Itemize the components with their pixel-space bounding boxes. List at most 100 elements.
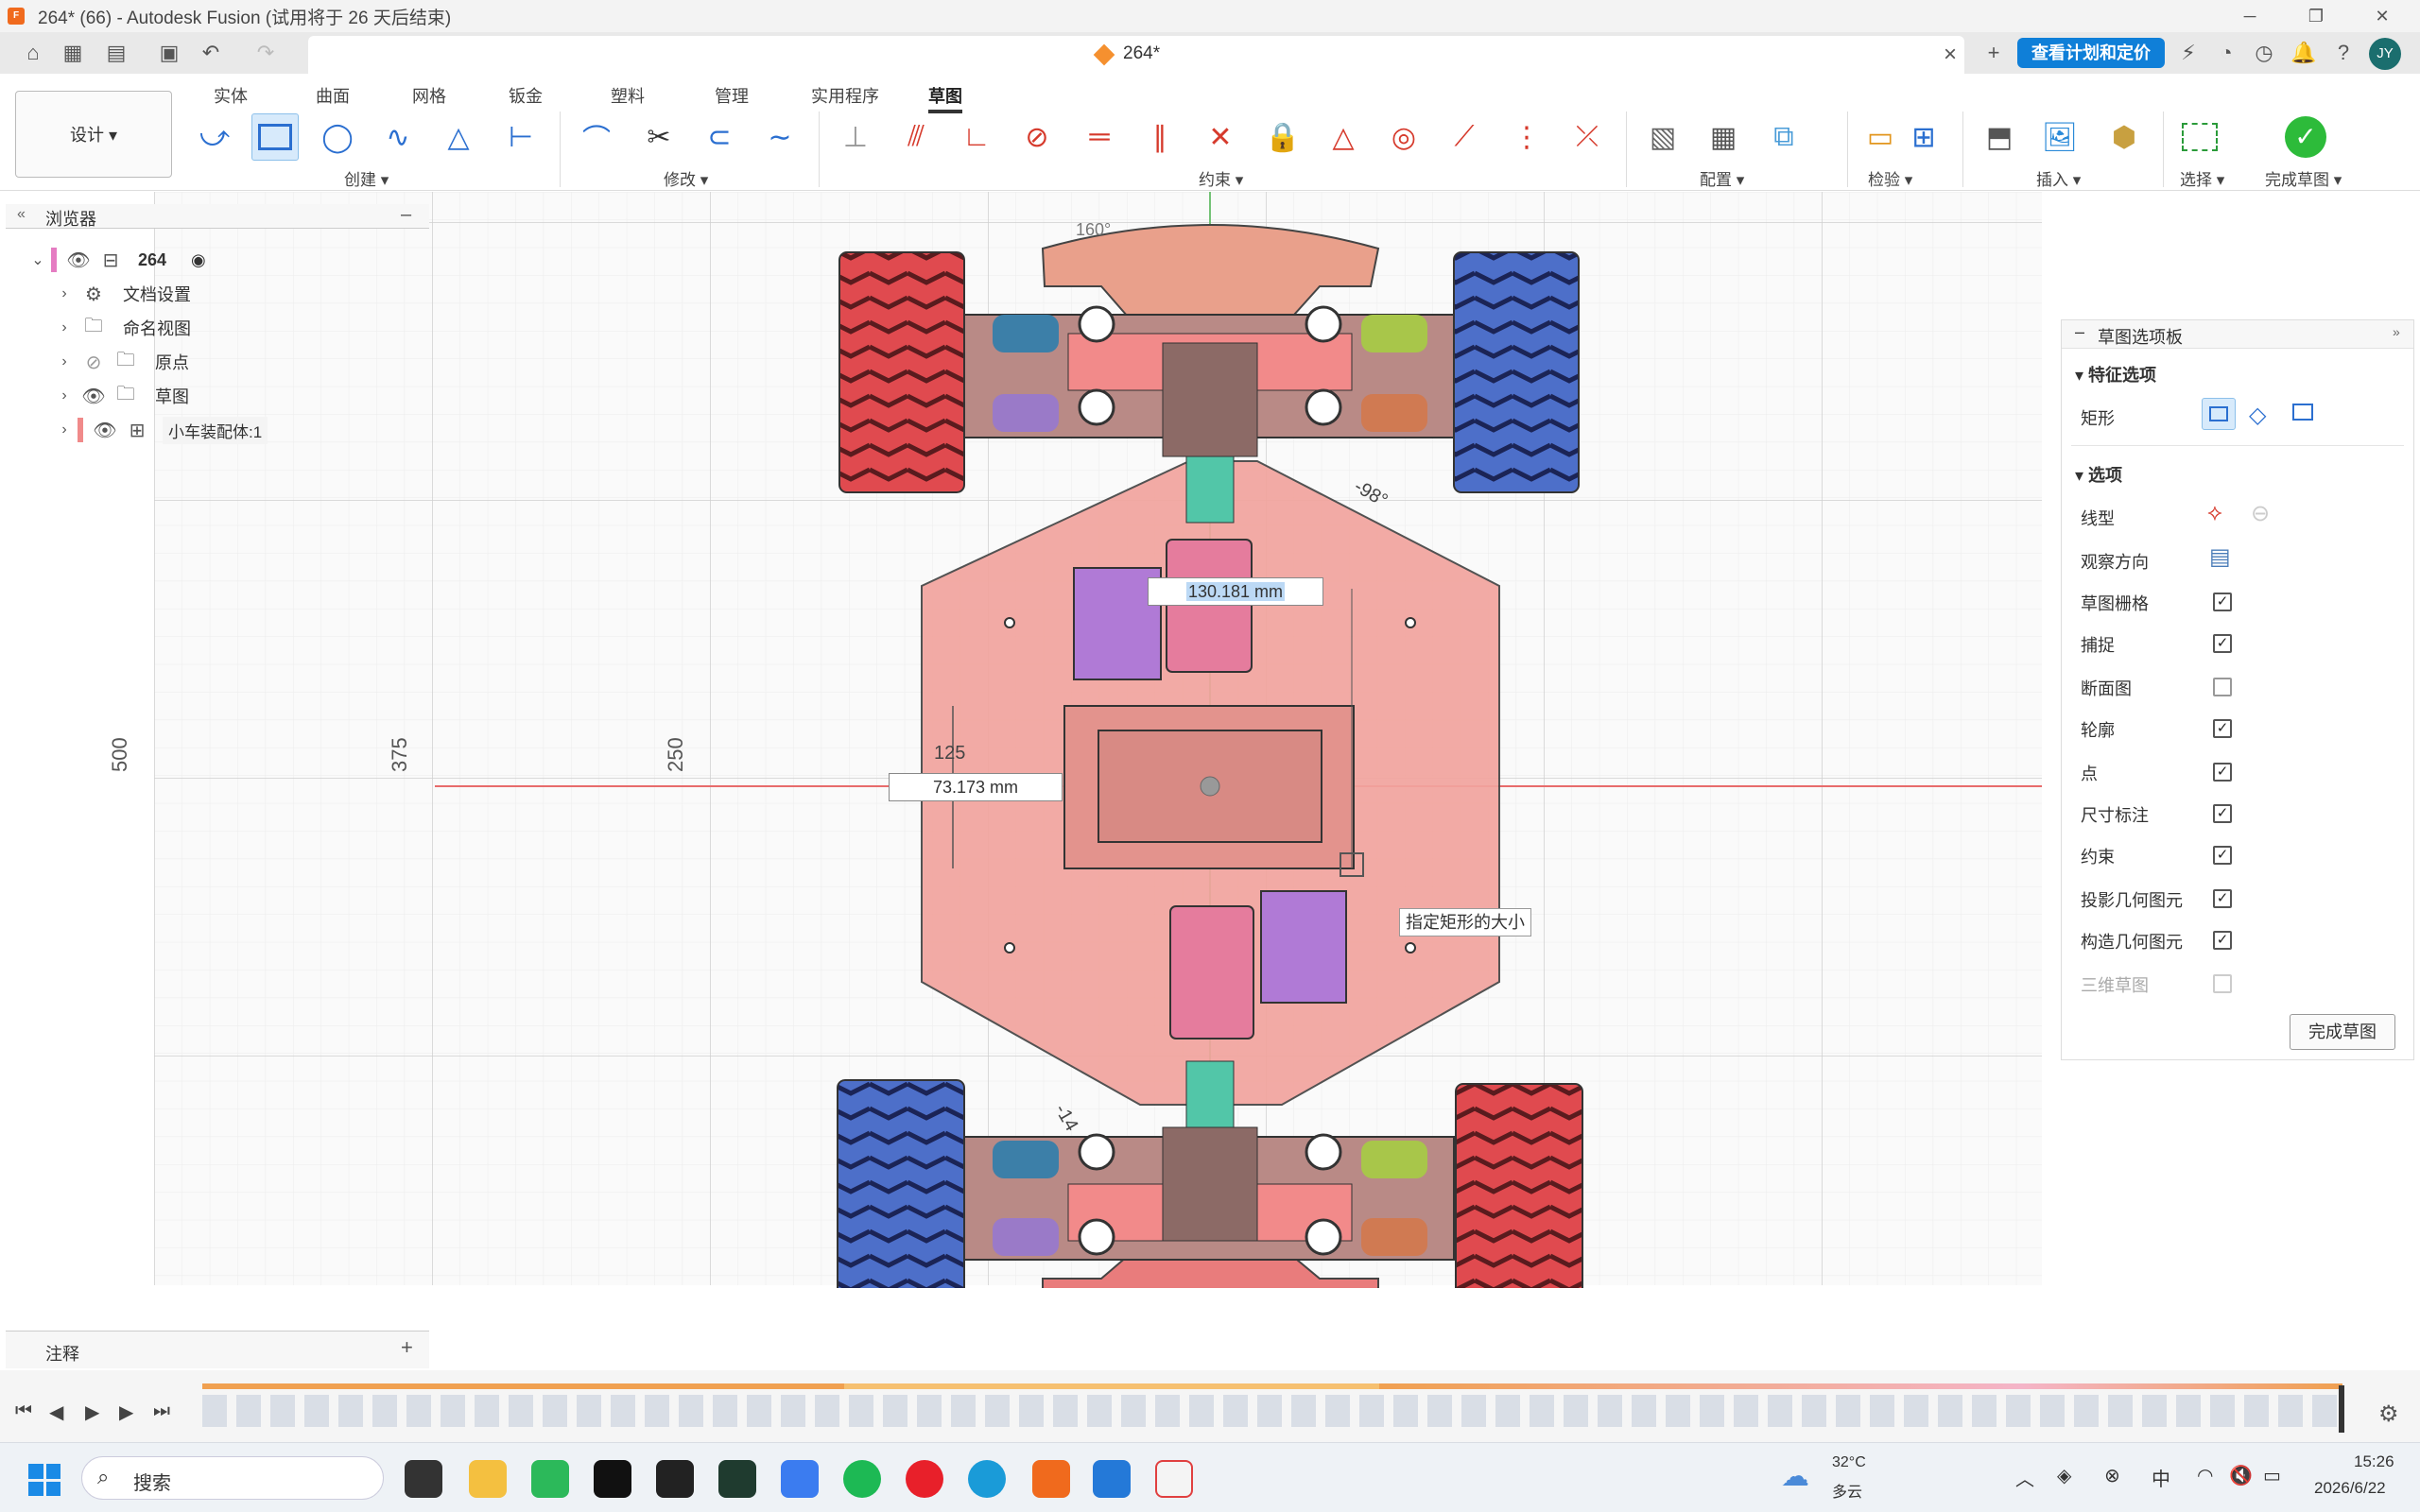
interference-icon[interactable]: ⊞ (1900, 113, 1947, 161)
taskbar-search-box[interactable]: ⌕ 搜索 (81, 1456, 384, 1500)
group-create-label[interactable]: 创建 ▾ (344, 166, 389, 190)
construction-linetype-icon[interactable]: ⟡ (2207, 500, 2222, 526)
three-point-rectangle-icon[interactable]: ◇ (2249, 402, 2266, 429)
add-annotation-icon[interactable]: + (401, 1335, 413, 1360)
extensions-icon[interactable]: ⚡ (2174, 40, 2203, 66)
group-configure-label[interactable]: 配置 ▾ (1700, 166, 1744, 190)
coincident-constraint-icon[interactable]: ⫻ (892, 113, 940, 161)
fillet-tool-icon[interactable]: ⌒ (573, 113, 620, 161)
input-method[interactable]: 中 (2152, 1464, 2170, 1491)
hidden-eye-icon[interactable]: ⊘ (78, 351, 110, 374)
collapse-panel-icon[interactable]: « (17, 206, 26, 223)
fusion-app-icon[interactable] (1032, 1460, 1070, 1498)
tab-sketch[interactable]: 草图 (928, 83, 962, 113)
center-rectangle-icon[interactable] (2292, 404, 2313, 421)
offset-tool-icon[interactable]: ⊂ (696, 113, 743, 161)
netease-music-app-icon[interactable] (906, 1460, 943, 1498)
close-window-button[interactable]: ✕ (2349, 0, 2415, 32)
line-tool-icon[interactable]: ⤻ (191, 113, 238, 161)
chevron-right-icon[interactable]: › (51, 387, 78, 404)
undo-icon[interactable]: ↶ (197, 40, 225, 66)
help-icon[interactable]: ? (2329, 40, 2358, 66)
symmetry-constraint-icon[interactable]: ⋮ (1503, 113, 1550, 161)
rear-left-wheel[interactable] (837, 1079, 965, 1288)
snap-checkbox[interactable]: ✓ (2213, 634, 2232, 653)
eye-icon[interactable]: 👁 (78, 385, 110, 408)
tree-item-origin[interactable]: › ⊘ 🗀 原点 (51, 346, 189, 378)
insert-derive-icon[interactable]: ⬒ (1976, 113, 2023, 161)
battery-icon[interactable]: ▭ (2263, 1464, 2281, 1487)
chevron-right-icon[interactable]: › (51, 353, 78, 370)
tab-sheet-metal[interactable]: 钣金 (509, 83, 543, 108)
horizontal-constraint-icon[interactable]: ⊥ (832, 113, 879, 161)
file-explorer-app-icon[interactable] (469, 1460, 507, 1498)
dimensions-checkbox[interactable]: ✓ (2213, 804, 2232, 823)
tab-solid[interactable]: 实体 (214, 83, 248, 108)
sync-icon[interactable]: ◷ (2250, 40, 2278, 66)
windows-start-icon[interactable] (28, 1464, 60, 1496)
jobs-icon[interactable]: ◔ (2212, 40, 2240, 66)
home-icon[interactable]: ⌂ (19, 40, 47, 66)
mirror-tool-icon[interactable]: △ (435, 113, 482, 161)
close-tab-icon[interactable]: × (1944, 42, 1957, 68)
user-avatar[interactable]: JY (2369, 38, 2401, 70)
parallel-constraint-icon[interactable]: ∥ (1136, 113, 1184, 161)
tab-manage[interactable]: 管理 (715, 83, 749, 108)
slice-checkbox[interactable] (2213, 678, 2232, 696)
centerline-linetype-icon[interactable]: ⊖ (2251, 500, 2270, 527)
width-dimension-input[interactable]: 130.181 mm (1148, 577, 1323, 606)
trim-tool-icon[interactable]: ✂ (635, 113, 683, 161)
minimize-button[interactable]: ─ (2217, 0, 2283, 32)
app-bird-icon[interactable] (781, 1460, 819, 1498)
new-tab-icon[interactable]: + (1979, 40, 2008, 66)
eye-icon[interactable]: 👁 (62, 249, 95, 272)
palette-collapse-icon[interactable]: – (2075, 322, 2084, 342)
tree-item-car-assembly[interactable]: › 👁 ⊞ 小车装配体:1 (51, 414, 268, 446)
volume-muted-icon[interactable]: 🔇 (2229, 1464, 2253, 1487)
rear-right-wheel[interactable] (1455, 1083, 1583, 1288)
snipping-app-icon[interactable] (1155, 1460, 1193, 1498)
finish-sketch-button[interactable]: 完成草图 (2290, 1014, 2395, 1050)
perpendicular-constraint-icon[interactable]: ∟ (953, 113, 1000, 161)
app-feather-icon[interactable] (1093, 1460, 1131, 1498)
perpendicular-x-constraint-icon[interactable]: ✕ (1197, 113, 1244, 161)
insert-image-icon[interactable]: 🖼 (2036, 113, 2083, 161)
construction-geometry-checkbox[interactable]: ✓ (2213, 931, 2232, 950)
select-box-icon[interactable] (2176, 113, 2223, 161)
edge-app-icon[interactable] (968, 1460, 1006, 1498)
finish-sketch-icon[interactable]: ✓ (2282, 113, 2329, 161)
timeline-marker[interactable] (2339, 1385, 2344, 1433)
restore-button[interactable]: ❐ (2283, 0, 2349, 32)
tree-item-document-settings[interactable]: › ⚙ 文档设置 (51, 278, 191, 310)
tab-plastic[interactable]: 塑料 (611, 83, 645, 108)
group-finish-sketch-label[interactable]: 完成草图 ▾ (2265, 166, 2342, 190)
step-forward-icon[interactable]: ▶ (119, 1400, 133, 1424)
tab-utilities[interactable]: 实用程序 (811, 83, 879, 108)
file-menu-icon[interactable]: ▤ (102, 40, 130, 66)
section-feature-options[interactable]: ▾ 特征选项 (2075, 362, 2156, 387)
app-k-icon[interactable] (594, 1460, 631, 1498)
timeline-settings-icon[interactable]: ⚙ (2378, 1400, 2399, 1428)
tangent-constraint-icon[interactable]: ⊘ (1013, 113, 1061, 161)
parameters-table-icon[interactable]: ▦ (1700, 113, 1747, 161)
sketch-grid-checkbox[interactable]: ✓ (2213, 593, 2232, 611)
document-tab[interactable]: 264* × (308, 36, 1964, 74)
chevron-right-icon[interactable]: › (51, 285, 78, 302)
store-app-icon[interactable] (531, 1460, 569, 1498)
look-at-icon[interactable]: ▤ (2209, 543, 2231, 571)
points-checkbox[interactable]: ✓ (2213, 763, 2232, 782)
redo-icon[interactable]: ↷ (251, 40, 280, 66)
task-view-app-icon[interactable] (405, 1460, 442, 1498)
profile-checkbox[interactable]: ✓ (2213, 719, 2232, 738)
tree-item-sketches[interactable]: › 👁 🗀 草图 (51, 380, 189, 412)
projected-geometry-checkbox[interactable]: ✓ (2213, 889, 2232, 908)
group-insert-label[interactable]: 插入 ▾ (2036, 166, 2081, 190)
save-icon[interactable]: ▣ (155, 40, 183, 66)
dimension-tool-icon[interactable]: ⊢ (497, 113, 544, 161)
wechat-app-icon[interactable] (843, 1460, 881, 1498)
extend-tool-icon[interactable]: ∼ (756, 113, 804, 161)
tree-root-264[interactable]: ⌄ 👁 ⊟ 264 ◉ (25, 244, 206, 276)
notification-icon[interactable]: 🔔 (2290, 40, 2318, 66)
tab-mesh[interactable]: 网格 (412, 83, 446, 108)
group-modify-label[interactable]: 修改 ▾ (664, 166, 708, 190)
